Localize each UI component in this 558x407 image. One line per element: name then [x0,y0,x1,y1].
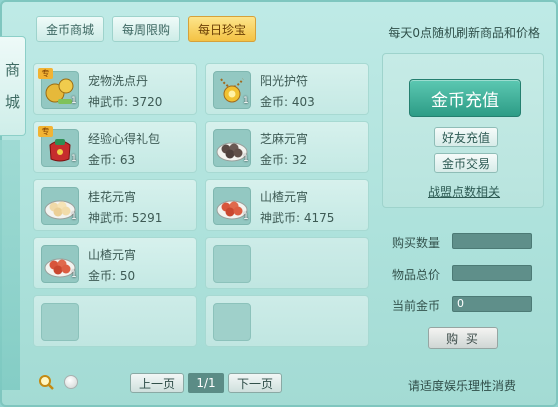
empty-item-card [33,295,197,347]
empty-item-card [205,295,369,347]
item-name: 经验心得礼包 [88,132,161,146]
item-quantity: 1 [71,270,77,280]
tab-bar: 金币商城 每周限购 每日珍宝 [36,16,257,42]
item-quantity: 1 [243,212,249,222]
buy-quantity-field[interactable] [452,233,532,249]
item-quantity: 1 [71,212,77,222]
item-price: 金币: 63 [88,153,136,167]
item-quantity: 1 [243,96,249,106]
item-quantity: 1 [71,96,77,106]
item-name: 桂花元宵 [88,190,137,204]
item-card[interactable]: 专 1 经验心得礼包 金币: 63 [33,121,197,173]
item-price: 神武币: 5291 [88,211,163,225]
item-name: 宠物洗点丹 [88,74,149,88]
guild-points-link[interactable]: 战盟点数相关 [428,183,500,200]
circle-toggle-icon[interactable] [64,375,78,389]
purchase-panel: 金币充值 好友充值 金币交易 战盟点数相关 购买数量 物品总价 当前金币 0 购… [382,53,544,353]
item-grid: 专 1 宠物洗点丹 神武币: 3720 1 阳光护符 金币: 403 专 1 经… [33,63,371,347]
exclusive-tag: 专 [38,126,53,137]
magnifier-icon[interactable] [38,374,54,390]
side-decoration [0,140,20,390]
empty-item-card [205,237,369,289]
gold-recharge-button[interactable]: 金币充值 [409,79,521,117]
refresh-notice: 每天0点随机刷新商品和价格 [388,26,540,40]
item-price: 金币: 50 [88,269,136,283]
item-price: 神武币: 4175 [260,211,335,225]
pagination: 上一页 1/1 下一页 [130,373,283,393]
item-card[interactable]: 1 山楂元宵 金币: 50 [33,237,197,289]
empty-slot [213,303,251,341]
page-indicator: 1/1 [188,373,225,393]
side-tab-char-2: 城 [4,93,20,111]
item-price: 神武币: 3720 [88,95,163,109]
next-page-button[interactable]: 下一页 [228,373,283,393]
tab-daily-treasure[interactable]: 每日珍宝 [188,16,257,42]
item-name: 芝麻元宵 [260,132,309,146]
health-notice: 请适度娱乐理性消费 [408,379,517,393]
friend-recharge-button[interactable]: 好友充值 [434,127,498,147]
tab-weekly-limit[interactable]: 每周限购 [112,16,181,42]
gold-actions-box: 金币充值 好友充值 金币交易 战盟点数相关 [382,53,544,208]
item-price: 金币: 403 [260,95,315,109]
gold-trade-button[interactable]: 金币交易 [434,153,498,173]
item-name: 阳光护符 [260,74,309,88]
empty-slot [41,303,79,341]
empty-slot [213,245,251,283]
item-price: 金币: 32 [260,153,308,167]
item-quantity: 1 [243,154,249,164]
item-name: 山楂元宵 [88,248,137,262]
side-tab-char-1: 商 [4,61,20,79]
buy-button[interactable]: 购 买 [428,327,498,349]
tab-gold-shop[interactable]: 金币商城 [36,16,105,42]
total-price-label: 物品总价 [392,268,441,282]
current-gold-field: 0 [452,296,532,312]
item-name: 山楂元宵 [260,190,309,204]
prev-page-button[interactable]: 上一页 [130,373,185,393]
exclusive-tag: 专 [38,68,53,79]
item-quantity: 1 [71,154,77,164]
current-gold-label: 当前金币 [392,299,441,313]
item-card[interactable]: 1 阳光护符 金币: 403 [205,63,369,115]
item-card[interactable]: 专 1 宠物洗点丹 神武币: 3720 [33,63,197,115]
shop-side-tab[interactable]: 商 城 [0,36,26,136]
total-price-field [452,265,532,281]
buy-quantity-label: 购买数量 [392,236,441,250]
item-card[interactable]: 1 芝麻元宵 金币: 32 [205,121,369,173]
item-card[interactable]: 1 山楂元宵 神武币: 4175 [205,179,369,231]
item-card[interactable]: 1 桂花元宵 神武币: 5291 [33,179,197,231]
